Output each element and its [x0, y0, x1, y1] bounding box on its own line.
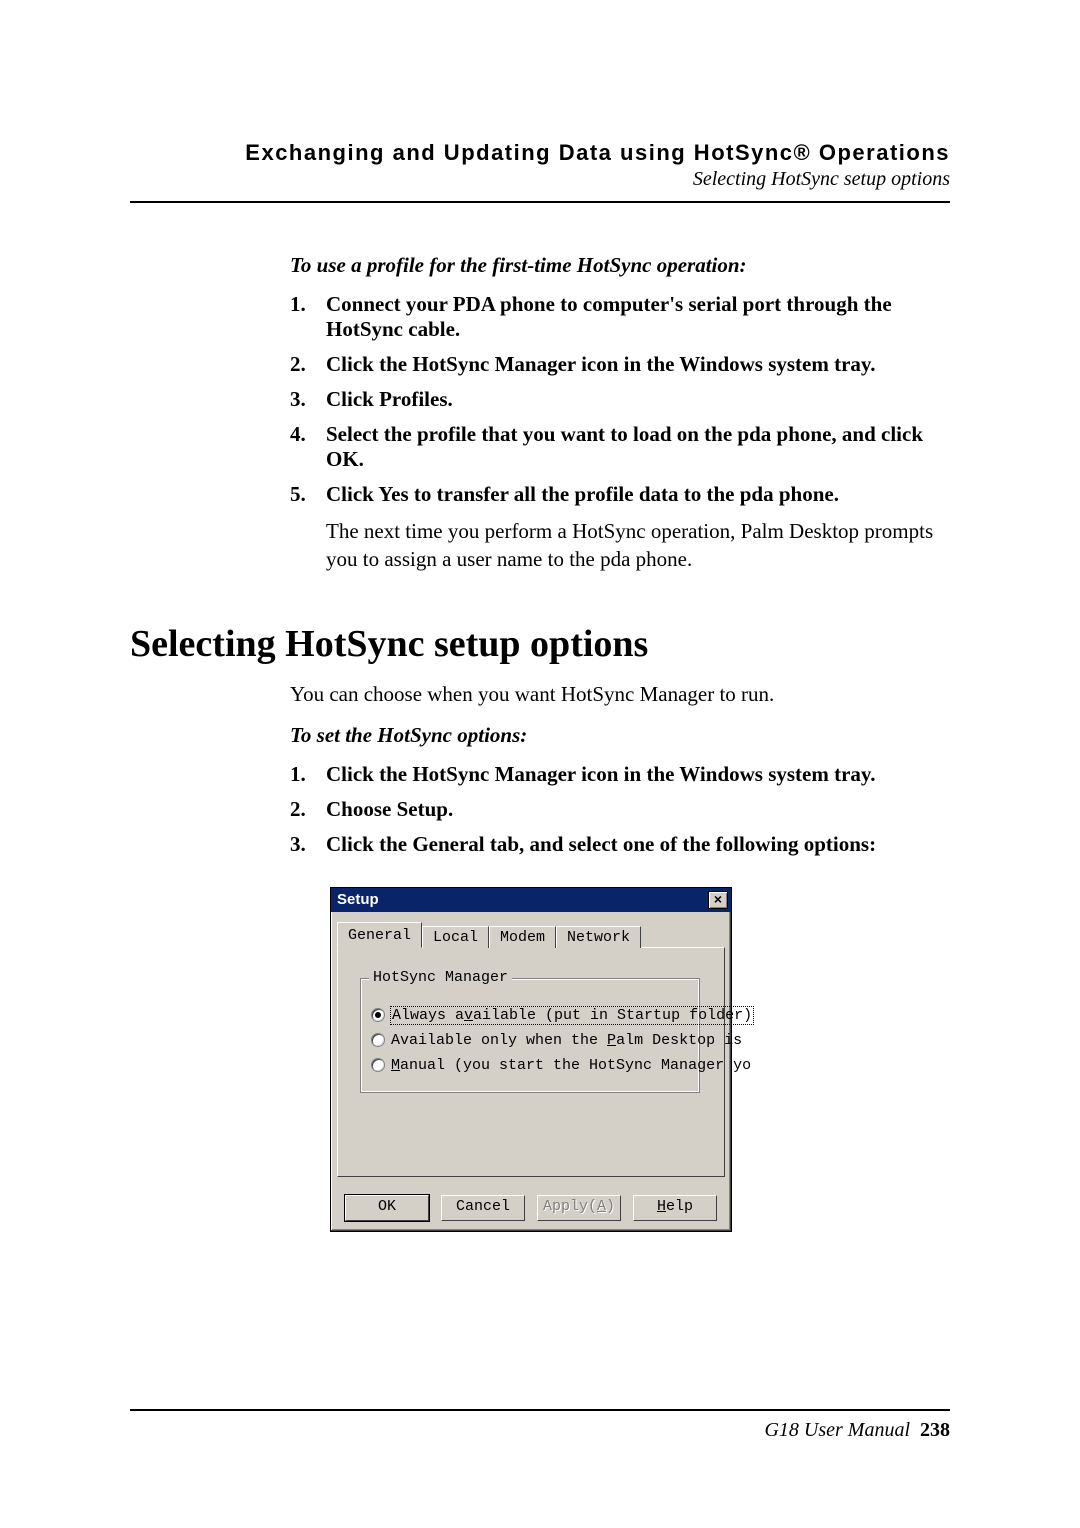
step: 5. Click Yes to transfer all the profile…: [290, 482, 950, 507]
step-number: 3.: [290, 832, 326, 857]
step-number: 2.: [290, 797, 326, 822]
radio-icon[interactable]: [371, 1058, 385, 1072]
step: 3. Click Profiles.: [290, 387, 950, 412]
tab-modem[interactable]: Modem: [489, 926, 556, 948]
intro-text: You can choose when you want HotSync Man…: [290, 682, 950, 707]
step: 3. Click the General tab, and select one…: [290, 832, 950, 857]
tab-general[interactable]: General: [337, 922, 422, 948]
page-footer: G18 User Manual 238: [130, 1409, 950, 1442]
section-heading: Selecting HotSync setup options: [130, 622, 950, 666]
step: 2. Choose Setup.: [290, 797, 950, 822]
step-number: 3.: [290, 387, 326, 412]
radio-label: Manual (you start the HotSync Manager yo: [391, 1057, 751, 1074]
step-text: Click the HotSync Manager icon in the Wi…: [326, 762, 950, 787]
step-number: 2.: [290, 352, 326, 377]
procedure-title: To set the HotSync options:: [290, 723, 950, 748]
footer-rule: [130, 1409, 950, 1411]
step-number: 5.: [290, 482, 326, 507]
step-text: Select the profile that you want to load…: [326, 422, 950, 472]
step-text: Click the General tab, and select one of…: [326, 832, 950, 857]
step: 2. Click the HotSync Manager icon in the…: [290, 352, 950, 377]
group-label: HotSync Manager: [369, 969, 512, 986]
followup-text: The next time you perform a HotSync oper…: [326, 517, 950, 574]
radio-palm-desktop[interactable]: Available only when the Palm Desktop is: [371, 1032, 697, 1049]
cancel-button[interactable]: Cancel: [441, 1195, 525, 1221]
hotsync-manager-group: HotSync Manager Always available (put in…: [360, 978, 700, 1093]
radio-label: Available only when the Palm Desktop is: [391, 1032, 742, 1049]
ok-button[interactable]: OK: [345, 1195, 429, 1221]
close-icon[interactable]: ×: [708, 891, 728, 909]
dialog-button-row: OK Cancel Apply(A) Help: [331, 1187, 731, 1231]
setup-dialog-screenshot: Setup × General Local Modem Network HotS…: [330, 887, 732, 1232]
step-text: Connect your PDA phone to computer's ser…: [326, 292, 950, 342]
apply-button[interactable]: Apply(A): [537, 1195, 621, 1221]
step-text: Click Profiles.: [326, 387, 950, 412]
dialog-title: Setup: [337, 891, 379, 908]
step: 4. Select the profile that you want to l…: [290, 422, 950, 472]
step-text: Click Yes to transfer all the profile da…: [326, 482, 950, 507]
page-header: Exchanging and Updating Data using HotSy…: [130, 140, 950, 191]
radio-icon[interactable]: [371, 1033, 385, 1047]
page-number: 238: [920, 1419, 950, 1441]
step: 1. Connect your PDA phone to computer's …: [290, 292, 950, 342]
radio-always-available[interactable]: Always available (put in Startup folder): [371, 1007, 697, 1024]
step-number: 4.: [290, 422, 326, 472]
tab-local[interactable]: Local: [422, 926, 489, 948]
radio-icon[interactable]: [371, 1008, 385, 1022]
tab-panel: HotSync Manager Always available (put in…: [337, 947, 725, 1177]
tab-strip: General Local Modem Network: [337, 922, 725, 948]
header-rule: [130, 201, 950, 203]
step-text: Choose Setup.: [326, 797, 950, 822]
step-text: Click the HotSync Manager icon in the Wi…: [326, 352, 950, 377]
help-button[interactable]: Help: [633, 1195, 717, 1221]
step-number: 1.: [290, 762, 326, 787]
radio-manual[interactable]: Manual (you start the HotSync Manager yo: [371, 1057, 697, 1074]
manual-name: G18 User Manual: [764, 1419, 910, 1441]
radio-label: Always available (put in Startup folder): [392, 1007, 752, 1024]
chapter-subtitle: Selecting HotSync setup options: [130, 168, 950, 191]
chapter-title: Exchanging and Updating Data using HotSy…: [130, 140, 950, 166]
dialog-titlebar: Setup ×: [331, 888, 731, 912]
tab-network[interactable]: Network: [556, 926, 641, 948]
step: 1. Click the HotSync Manager icon in the…: [290, 762, 950, 787]
procedure-title: To use a profile for the first-time HotS…: [290, 253, 950, 278]
step-number: 1.: [290, 292, 326, 342]
